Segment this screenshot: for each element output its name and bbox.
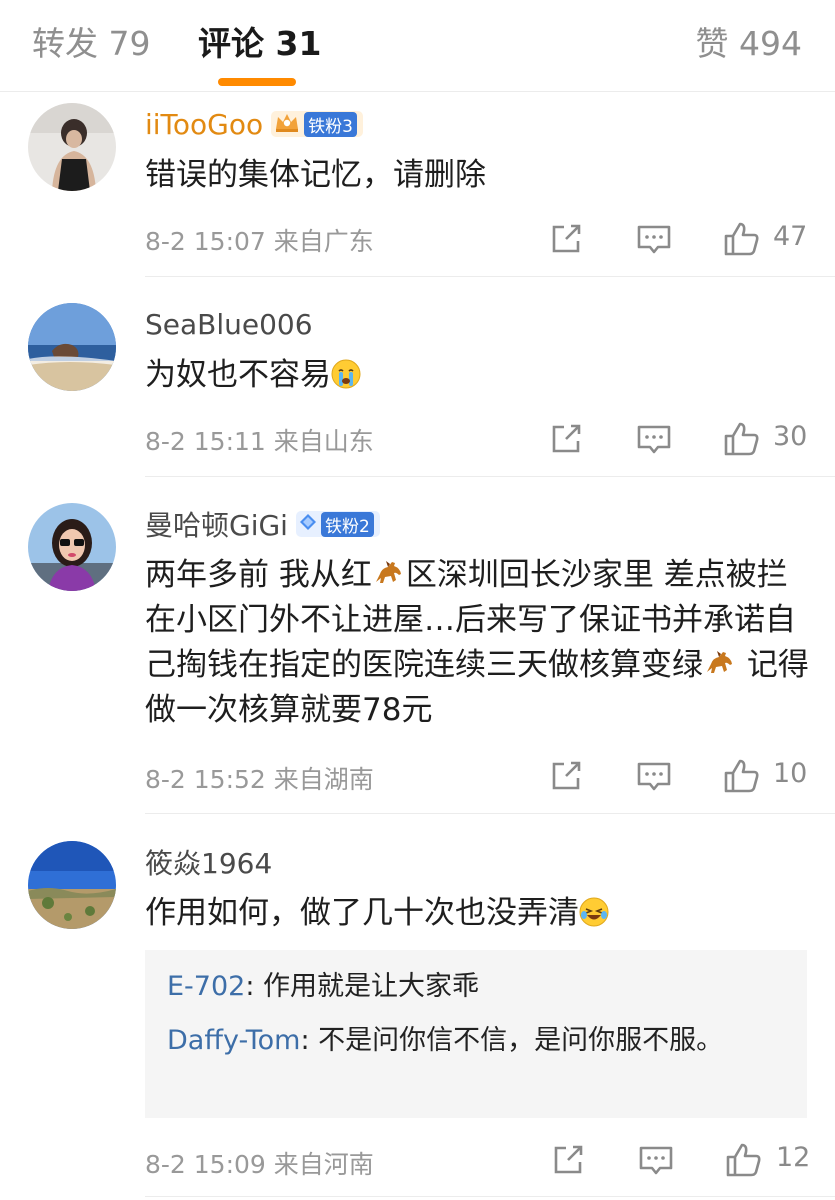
comment-text: 错误的集体记忆，请删除 xyxy=(145,157,486,193)
tab-repost[interactable]: 转发 79 xyxy=(32,22,150,66)
reply-icon[interactable] xyxy=(636,1140,676,1180)
crying-face-icon xyxy=(331,359,361,389)
reply-text: : 不是问你信不信，是问你服不服。 xyxy=(300,1025,724,1056)
laughing-face-icon xyxy=(579,897,609,927)
fan-badge: 铁粉3 xyxy=(271,111,363,137)
tab-active-indicator xyxy=(218,78,296,86)
like-count: 30 xyxy=(773,421,808,452)
comment-actions: 30 xyxy=(0,419,835,459)
horse-icon xyxy=(372,556,406,590)
diamond-icon xyxy=(299,513,317,536)
divider xyxy=(145,276,835,277)
comment-text-body: 为奴也不容易 xyxy=(145,357,331,393)
reply-username[interactable]: Daffy-Tom xyxy=(167,1025,300,1056)
comment-actions: 10 xyxy=(0,756,835,796)
avatar[interactable] xyxy=(28,841,116,929)
username[interactable]: iiTooGoo xyxy=(145,108,263,141)
comment-actions: 47 xyxy=(0,219,835,259)
comment-tabs: 转发 79 评论 31 赞 494 xyxy=(0,0,835,92)
avatar[interactable] xyxy=(28,303,116,391)
comment-text-body: 作用如何，做了几十次也没弄清 xyxy=(145,895,579,931)
username-row: iiTooGoo 铁粉3 xyxy=(145,106,363,142)
like-icon[interactable] xyxy=(722,756,762,796)
reply-box[interactable]: E-702: 作用就是让大家乖 Daffy-Tom: 不是问你信不信，是问你服不… xyxy=(145,950,807,1118)
comment-text: 作用如何，做了几十次也没弄清 xyxy=(145,891,815,936)
avatar[interactable] xyxy=(28,103,116,191)
username[interactable]: 筱焱1964 xyxy=(145,842,272,882)
badge-label: 铁粉2 xyxy=(320,511,374,537)
reply-username[interactable]: E-702 xyxy=(167,971,245,1002)
badge-label: 铁粉3 xyxy=(304,111,357,137)
divider xyxy=(145,476,835,477)
comment-actions: 12 xyxy=(0,1140,835,1180)
share-icon[interactable] xyxy=(546,419,586,459)
tab-comment[interactable]: 评论 31 xyxy=(198,22,321,66)
username[interactable]: SeaBlue006 xyxy=(145,308,313,341)
like-count: 12 xyxy=(776,1142,811,1173)
share-icon[interactable] xyxy=(546,756,586,796)
username-row: SeaBlue006 xyxy=(145,306,313,342)
reply-text: : 作用就是让大家乖 xyxy=(245,971,480,1002)
like-icon[interactable] xyxy=(722,219,762,259)
crown-icon xyxy=(274,111,300,138)
horse-icon xyxy=(703,646,737,680)
reply-icon[interactable] xyxy=(634,419,674,459)
fan-badge: 铁粉2 xyxy=(295,511,380,537)
username-row: 筱焱1964 xyxy=(145,844,272,880)
divider xyxy=(145,1196,835,1197)
comment-text: 两年多前 我从红 区深圳回长沙家里 差点被拦在小区门外不让进屋…后来写了保证书并承… xyxy=(145,553,815,733)
like-icon[interactable] xyxy=(724,1140,764,1180)
username-row: 曼哈顿GiGi 铁粉2 xyxy=(145,506,380,542)
share-icon[interactable] xyxy=(548,1140,588,1180)
like-icon[interactable] xyxy=(722,419,762,459)
avatar[interactable] xyxy=(28,503,116,591)
reply-icon[interactable] xyxy=(634,219,674,259)
divider xyxy=(145,813,835,814)
reply-item: E-702: 作用就是让大家乖 xyxy=(167,964,787,1009)
like-count: 47 xyxy=(773,221,808,252)
tab-like[interactable]: 赞 494 xyxy=(696,22,802,66)
username[interactable]: 曼哈顿GiGi xyxy=(145,504,288,544)
share-icon[interactable] xyxy=(546,219,586,259)
comment-text: 为奴也不容易 xyxy=(145,353,815,398)
comment-text-part: 两年多前 我从红 xyxy=(145,557,372,593)
like-count: 10 xyxy=(773,758,808,789)
reply-item: Daffy-Tom: 不是问你信不信，是问你服不服。 xyxy=(167,1018,787,1063)
reply-icon[interactable] xyxy=(634,756,674,796)
